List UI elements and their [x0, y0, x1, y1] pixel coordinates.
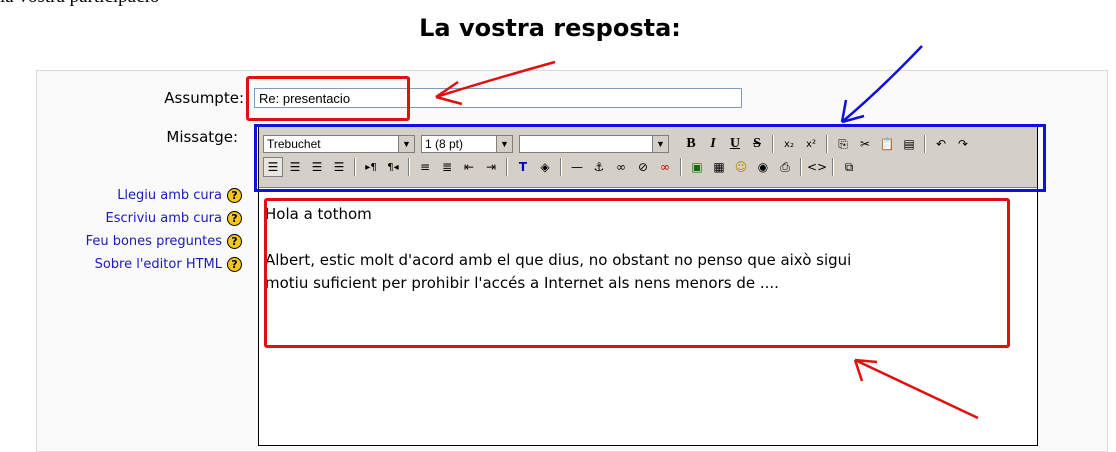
- help-link-label: Sobre l'editor HTML: [94, 257, 222, 272]
- help-link-read-carefully[interactable]: Llegiu amb cura ?: [117, 188, 242, 203]
- help-link-label: Llegiu amb cura: [117, 188, 222, 203]
- help-link-good-questions[interactable]: Feu bones preguntes ?: [86, 234, 242, 249]
- help-link-html-editor[interactable]: Sobre l'editor HTML ?: [95, 257, 242, 272]
- subject-highlight-box: [246, 76, 410, 121]
- help-link-write-carefully[interactable]: Escriviu amb cura ?: [106, 211, 242, 226]
- toolbar-highlight-box: [254, 124, 1046, 192]
- help-icon: ?: [227, 257, 242, 272]
- help-link-label: Feu bones preguntes: [85, 234, 222, 249]
- help-link-label: Escriviu amb cura: [105, 211, 222, 226]
- page-title: La vostra resposta:: [419, 14, 681, 42]
- subject-label: Assumpte:: [164, 89, 244, 107]
- content-highlight-box: [264, 198, 1010, 348]
- help-icon: ?: [227, 211, 242, 226]
- help-icon: ?: [227, 188, 242, 203]
- help-links: Llegiu amb cura ? Escriviu amb cura ? Fe…: [36, 184, 242, 284]
- clipped-top-text: la vostra participació: [0, 0, 159, 8]
- message-label: Missatge:: [166, 128, 238, 146]
- help-icon: ?: [227, 234, 242, 249]
